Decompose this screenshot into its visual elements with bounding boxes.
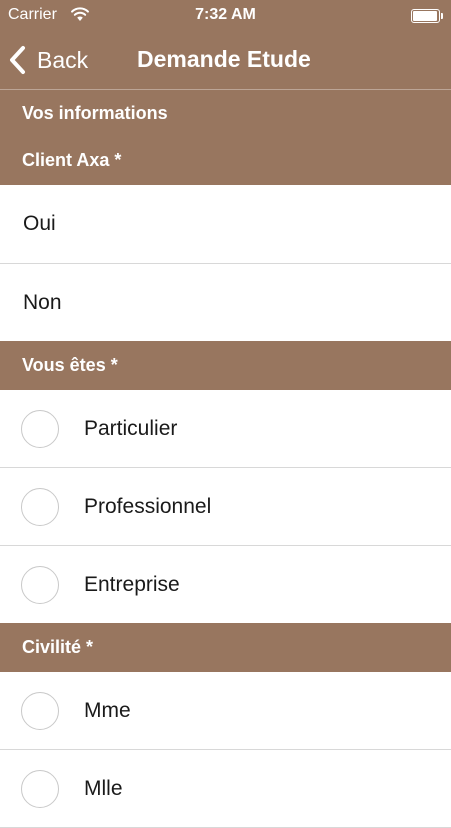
chevron-left-icon	[10, 46, 25, 74]
section-title: Client Axa *	[22, 150, 122, 170]
back-button[interactable]: Back	[8, 44, 88, 76]
radio-button[interactable]	[21, 487, 59, 526]
form: Vos informations Client Axa * Oui Non Vo…	[0, 90, 451, 828]
section-title: Vous êtes *	[22, 355, 118, 375]
radio-button[interactable]	[21, 769, 59, 808]
option-label: Oui	[23, 212, 56, 235]
option-mme[interactable]: Mme	[0, 672, 451, 750]
page-title: Demande Etude	[137, 46, 311, 72]
section-header-client-axa: Client Axa *	[0, 136, 451, 185]
section-title: Vos informations	[22, 102, 168, 123]
radio-button[interactable]	[21, 409, 59, 448]
back-button-label: Back	[37, 46, 89, 73]
option-oui[interactable]: Oui	[0, 185, 451, 264]
option-label: Professionnel	[84, 494, 212, 518]
section-title: Civilité *	[22, 637, 94, 657]
option-label: Mme	[84, 698, 131, 722]
option-particulier[interactable]: Particulier	[0, 390, 451, 468]
section-header-civilite: Civilité *	[0, 623, 451, 672]
option-entreprise[interactable]: Entreprise	[0, 546, 451, 623]
radio-button[interactable]	[21, 691, 59, 730]
option-label: Mlle	[84, 776, 123, 800]
option-label: Entreprise	[84, 572, 180, 596]
clock: 7:32 AM	[195, 6, 256, 23]
radio-button[interactable]	[21, 565, 59, 604]
option-professionnel[interactable]: Professionnel	[0, 468, 451, 546]
section-header-vos-informations: Vos informations	[0, 90, 451, 136]
option-mlle[interactable]: Mlle	[0, 750, 451, 828]
option-label: Non	[23, 290, 62, 314]
section-header-vous-etes: Vous êtes *	[0, 341, 451, 390]
option-non[interactable]: Non	[0, 264, 451, 341]
navigation-bar: Back Demande Etude	[0, 30, 451, 90]
option-label: Particulier	[84, 416, 178, 440]
status-bar: Carrier 7:32 AM	[0, 0, 451, 30]
battery-icon	[411, 9, 443, 23]
